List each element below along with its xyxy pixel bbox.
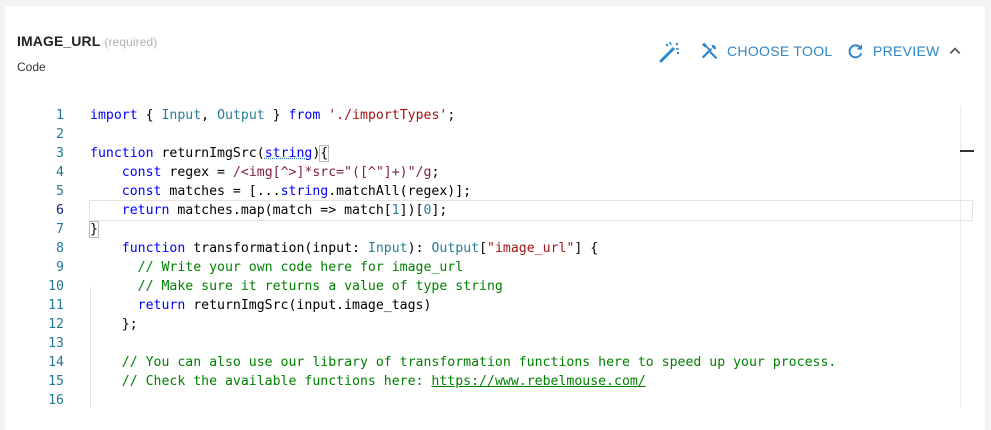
code-line[interactable]: // Make sure it returns a value of type … xyxy=(90,277,971,296)
line-number-active: 6 xyxy=(56,203,64,218)
required-hint: (required) xyxy=(104,35,158,49)
code-line-current[interactable]: return matches.map(match => match[1])[0]… xyxy=(89,200,973,221)
line-number: 13 xyxy=(48,336,64,351)
preview-button[interactable]: PREVIEW xyxy=(847,42,940,60)
line-number: 1 xyxy=(56,108,64,123)
code-line[interactable] xyxy=(90,334,971,353)
line-number: 15 xyxy=(48,374,64,389)
line-number: 12 xyxy=(48,317,64,332)
line-number: 10 xyxy=(48,279,64,294)
field-title: IMAGE_URL (required) xyxy=(17,33,157,49)
scrollbar-cursor-marker xyxy=(960,150,974,152)
code-line[interactable] xyxy=(90,391,971,410)
rebelmouse-link[interactable]: https://www.rebelmouse.com/ xyxy=(431,374,645,389)
code-line[interactable]: function transformation(input: Input): O… xyxy=(90,239,971,258)
field-name: IMAGE_URL xyxy=(17,33,101,49)
code-line[interactable]: }; xyxy=(90,315,971,334)
preview-label: PREVIEW xyxy=(873,43,940,59)
magic-wand-icon xyxy=(659,41,680,63)
code-line[interactable]: const regex = /<img[^>]*src="([^"]+)"/g; xyxy=(90,163,971,182)
choose-tool-button[interactable]: CHOOSE TOOL xyxy=(701,42,832,60)
line-number: 14 xyxy=(48,355,64,370)
field-type-label: Code xyxy=(17,60,46,74)
line-number: 7 xyxy=(56,222,64,237)
line-number: 8 xyxy=(56,241,64,256)
code-line[interactable]: // You can also use our library of trans… xyxy=(90,353,971,372)
code-line[interactable]: // Write your own code here for image_ur… xyxy=(90,258,971,277)
chevron-up-icon xyxy=(949,47,961,54)
line-number: 2 xyxy=(56,127,64,142)
line-number-gutter: 1 2 3 4 5 6 7 8 9 10 11 12 13 14 15 16 xyxy=(5,106,65,410)
code-line[interactable]: // Check the available functions here: h… xyxy=(90,372,971,391)
code-line[interactable]: function returnImgSrc(string){ xyxy=(90,144,971,163)
field-header: IMAGE_URL (required) Code xyxy=(17,33,157,74)
tools-icon xyxy=(701,42,718,59)
line-number: 9 xyxy=(56,260,64,275)
code-line[interactable]: import { Input, Output } from './importT… xyxy=(90,106,971,125)
line-number: 4 xyxy=(56,165,64,180)
refresh-icon xyxy=(848,44,863,59)
choose-tool-label: CHOOSE TOOL xyxy=(727,43,833,59)
line-number: 3 xyxy=(56,146,64,161)
code-line[interactable]: return returnImgSrc(input.image_tags) xyxy=(90,296,971,315)
line-number: 11 xyxy=(48,298,64,313)
code-content[interactable]: import { Input, Output } from './importT… xyxy=(89,106,973,410)
indent-guide xyxy=(90,287,91,407)
code-line[interactable]: const matches = [...string.matchAll(rege… xyxy=(90,182,971,201)
code-line[interactable] xyxy=(90,125,971,144)
collapse-button[interactable] xyxy=(948,44,962,58)
code-editor[interactable]: 1 2 3 4 5 6 7 8 9 10 11 12 13 14 15 16 i… xyxy=(5,106,985,408)
magic-wand-button[interactable] xyxy=(657,40,681,64)
code-line[interactable]: } xyxy=(89,220,971,239)
line-number: 5 xyxy=(56,184,64,199)
line-number: 16 xyxy=(48,393,64,408)
